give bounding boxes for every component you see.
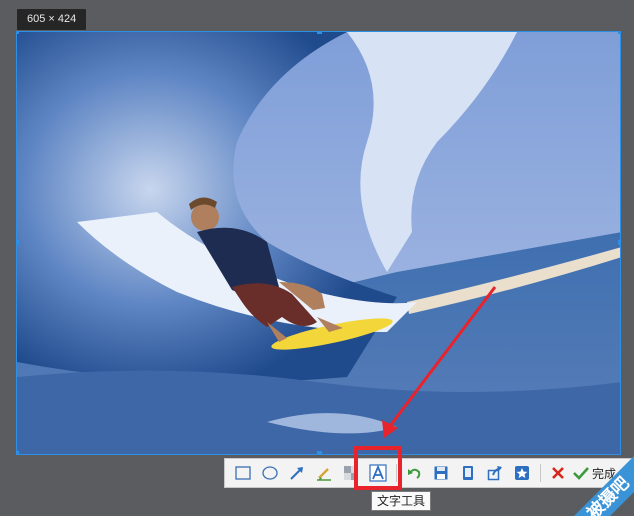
watermark-logo: 被摄吧 (554, 436, 634, 516)
resize-handle-ne[interactable] (618, 32, 620, 34)
ellipse-tool-button[interactable] (258, 461, 282, 485)
text-tool-highlight-box (354, 446, 402, 490)
brush-icon (317, 468, 331, 481)
arrow-tool-button[interactable] (285, 461, 309, 485)
brush-tool-button[interactable] (312, 461, 336, 485)
arrow-icon (290, 467, 303, 480)
text-tool-tooltip: 文字工具 (371, 491, 432, 511)
toolbar-separator (540, 464, 541, 482)
save-button[interactable] (429, 461, 453, 485)
rectangle-icon (235, 466, 251, 480)
resize-handle-w[interactable] (17, 240, 19, 245)
pin-icon (463, 466, 473, 480)
save-icon (434, 466, 448, 480)
favorite-icon (515, 466, 529, 480)
pin-button[interactable] (456, 461, 480, 485)
share-icon (487, 466, 502, 481)
share-button[interactable] (483, 461, 507, 485)
resize-handle-n[interactable] (317, 32, 322, 34)
resize-handle-nw[interactable] (17, 32, 19, 34)
undo-icon (408, 468, 421, 479)
ellipse-icon (262, 466, 278, 480)
selection-size-badge: 605 × 424 (17, 9, 87, 30)
watermark-ribbon: 被摄吧 (574, 456, 634, 516)
resize-handle-sw[interactable] (17, 451, 19, 454)
undo-button[interactable] (402, 461, 426, 485)
captured-photo (17, 32, 620, 454)
capture-region[interactable] (16, 31, 621, 455)
favorite-button[interactable] (510, 461, 534, 485)
resize-handle-s[interactable] (317, 451, 322, 454)
resize-handle-e[interactable] (618, 240, 620, 245)
rectangle-tool-button[interactable] (231, 461, 255, 485)
